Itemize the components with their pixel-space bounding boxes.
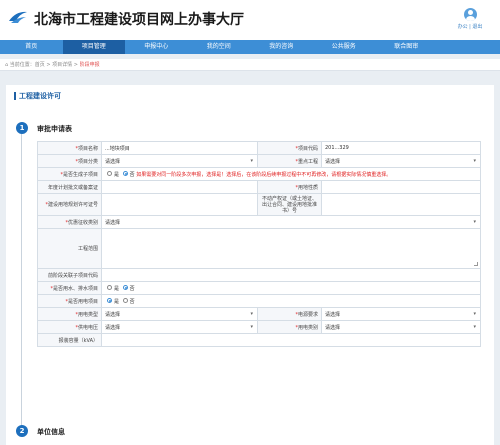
project-code-field[interactable]: 201...329: [321, 141, 481, 155]
capacity-label: 报装容量（kVA）: [37, 333, 102, 347]
site-title: 北海市工程建设项目网上办事大厅: [34, 12, 244, 28]
breadcrumb-detail[interactable]: 项目详情: [52, 62, 72, 68]
header: 北海市工程建设项目网上办事大厅 办公 | 退出: [0, 0, 500, 40]
defense-select[interactable]: 请选择: [101, 215, 481, 229]
water-options: 是 否: [101, 281, 481, 295]
subproject-no-radio[interactable]: [122, 170, 128, 176]
water-yes-radio[interactable]: [107, 284, 112, 290]
timeline-line: [21, 125, 22, 437]
nav-item-project-management[interactable]: 项目管理: [62, 40, 125, 54]
power-req-label: *电源要求: [257, 307, 322, 321]
step-2-badge: 2: [16, 425, 28, 437]
breadcrumb-home[interactable]: 首页: [35, 62, 45, 68]
avatar-icon[interactable]: [463, 8, 477, 21]
land-permit-label: *建设用地规划许可证号: [37, 193, 102, 216]
supply-voltage-select[interactable]: 请选择: [101, 320, 258, 334]
land-nature-label: *用地性质: [257, 180, 322, 194]
step-1-badge: 1: [16, 122, 28, 134]
capacity-field[interactable]: [101, 333, 481, 347]
step-2-title: 单位信息: [37, 428, 65, 436]
prev-stage-field[interactable]: [101, 268, 481, 282]
logo-icon: [9, 11, 27, 23]
key-project-label: *重点工程: [257, 154, 322, 168]
subproject-no-label[interactable]: 否: [130, 172, 135, 178]
scope-textarea[interactable]: [101, 228, 481, 269]
electric-no-radio[interactable]: [122, 297, 128, 303]
resize-grip-icon[interactable]: [474, 262, 478, 266]
key-project-select[interactable]: 请选择: [321, 154, 481, 168]
power-req-select[interactable]: 请选择: [321, 307, 481, 321]
elec-category-label: *用电类别: [257, 320, 322, 334]
user-panel[interactable]: 办公 | 退出: [450, 8, 490, 30]
breadcrumb-current: 阶段申报: [79, 62, 100, 68]
electric-yes-label[interactable]: 是: [114, 299, 119, 305]
subproject-label: *是否生成子项目: [37, 167, 102, 181]
realty-cert-field[interactable]: [321, 193, 481, 216]
project-type-label: *项目分类: [37, 154, 102, 168]
subproject-options: 是 否 如果需要对同一阶段多次申报，选择是！选择后，在该阶段后续申报过程中不可再…: [101, 167, 481, 181]
breadcrumb-prefix: 当前位置：: [9, 62, 35, 68]
project-code-label: *项目代码: [257, 141, 322, 155]
water-no-radio[interactable]: [122, 284, 128, 290]
subproject-yes-radio[interactable]: [107, 170, 112, 176]
nav-item-joint-review[interactable]: 联合图审: [375, 40, 438, 54]
nav-item-application-center[interactable]: 申报中心: [125, 40, 188, 54]
land-nature-field[interactable]: [321, 180, 481, 194]
user-links[interactable]: 办公 | 退出: [450, 23, 490, 30]
nav-item-public-service[interactable]: 公共服务: [313, 40, 376, 54]
subproject-yes-label[interactable]: 是: [114, 172, 119, 178]
project-type-select[interactable]: 请选择: [101, 154, 258, 168]
nav-item-my-space[interactable]: 我的空间: [188, 40, 251, 54]
nav-item-home[interactable]: 首页: [0, 40, 63, 54]
water-yes-label[interactable]: 是: [114, 286, 119, 292]
prev-stage-label: 前阶段关联子项目代码: [37, 268, 102, 282]
breadcrumb-sep: >: [72, 62, 80, 68]
annual-plan-field[interactable]: [101, 180, 258, 194]
realty-cert-label: 不动产权证（或土地证、出让合同、建设用地批准书）号: [257, 193, 322, 216]
annual-plan-label: 年度计划批文或备案证: [37, 180, 102, 194]
section-title: 工程建设许可: [14, 92, 61, 100]
main-nav: 首页 项目管理 申报中心 我的空间 我的咨询 公共服务 联合图审: [0, 40, 500, 54]
elec-type-select[interactable]: 请选择: [101, 307, 258, 321]
water-label: *是否用水、排水项目: [37, 281, 102, 295]
project-name-label: *项目名称: [37, 141, 102, 155]
subproject-warning: 如果需要对同一阶段多次申报，选择是！选择后，在该阶段后续申报过程中不可再修改，请…: [136, 171, 392, 178]
nav-item-my-consulting[interactable]: 我的咨询: [250, 40, 313, 54]
land-permit-field[interactable]: [101, 193, 258, 216]
breadcrumb: ⌂ 当前位置：首页 > 项目详情 > 阶段申报: [0, 59, 500, 71]
main-content: 工程建设许可 1 审批申请表 *项目名称 ...地块项目 *项目代码 201..…: [6, 85, 494, 445]
defense-label: *优惠征收类别: [37, 215, 102, 229]
electric-options: 是 否: [101, 294, 481, 308]
electric-label: *是否用电项目: [37, 294, 102, 308]
elec-category-select[interactable]: 请选择: [321, 320, 481, 334]
electric-yes-radio[interactable]: [107, 297, 112, 303]
supply-voltage-label: *供电电压: [37, 320, 102, 334]
electric-no-label[interactable]: 否: [130, 299, 135, 305]
scope-label: 工程范围: [37, 228, 102, 269]
step-1-title: 审批申请表: [37, 125, 72, 133]
application-form: *项目名称 ...地块项目 *项目代码 201...329 *项目分类 请选择 …: [37, 141, 481, 347]
water-no-label[interactable]: 否: [130, 286, 135, 292]
project-name-field[interactable]: ...地块项目: [101, 141, 258, 155]
elec-type-label: *用电类型: [37, 307, 102, 321]
